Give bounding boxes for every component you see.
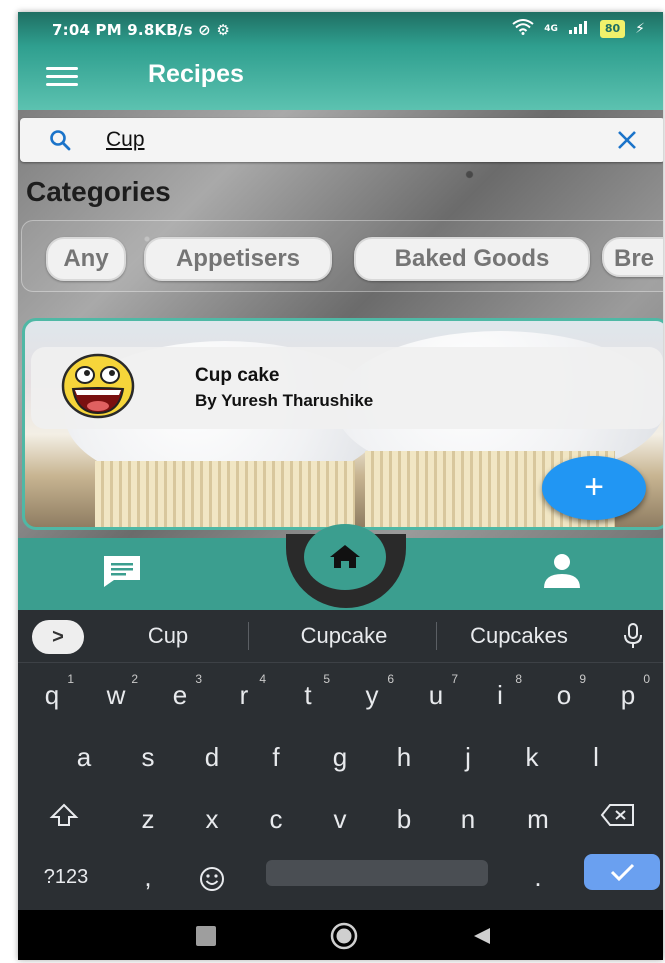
- key[interactable]: z: [118, 794, 178, 844]
- key[interactable]: u7: [406, 670, 466, 720]
- category-chip[interactable]: Baked Goods: [354, 237, 590, 281]
- key[interactable]: v: [310, 794, 370, 844]
- expand-toolbar-button[interactable]: >: [32, 620, 84, 654]
- network-label: 4G: [544, 24, 558, 34]
- menu-button[interactable]: [44, 62, 80, 94]
- profile-icon[interactable]: [540, 552, 584, 590]
- smiley-icon: [200, 867, 224, 892]
- menu-line-icon: [46, 67, 78, 70]
- suggestion-divider: [436, 622, 437, 650]
- search-icon: [50, 130, 71, 151]
- cupcake-liner: [95, 461, 355, 527]
- suggestion-item[interactable]: Cup: [118, 620, 218, 652]
- key-row-3: z x c v b n m: [18, 786, 663, 850]
- add-recipe-button[interactable]: +: [542, 456, 646, 520]
- key[interactable]: w2: [86, 670, 146, 720]
- backspace-icon: [600, 804, 634, 826]
- enter-key[interactable]: [584, 854, 660, 890]
- menu-line-icon: [46, 83, 78, 86]
- recipe-title: Cup cake: [195, 365, 280, 386]
- status-speed: 9.8KB/s: [127, 21, 193, 39]
- key[interactable]: y6: [342, 670, 402, 720]
- search-bar: [20, 118, 663, 162]
- phone-screen: 7:04 PM 9.8KB/s ⊘ ⚙ 4G 80 ⚡ Recipes Cup …: [18, 12, 663, 960]
- recents-button-icon[interactable]: [196, 926, 216, 946]
- microphone-icon[interactable]: [622, 622, 644, 650]
- sync-off-icon: ⊘: [198, 21, 211, 39]
- home-nav-button[interactable]: [304, 524, 386, 590]
- key[interactable]: o9: [534, 670, 594, 720]
- key[interactable]: j: [438, 732, 498, 782]
- status-bar: 7:04 PM 9.8KB/s ⊘ ⚙ 4G 80 ⚡: [18, 12, 663, 46]
- close-icon[interactable]: [614, 127, 640, 153]
- space-key[interactable]: [266, 860, 488, 886]
- suggestion-item[interactable]: Cupcake: [264, 620, 424, 652]
- search-input[interactable]: [106, 126, 566, 154]
- key[interactable]: k: [502, 732, 562, 782]
- recipe-info-panel[interactable]: Cup cake By Yuresh Tharushike: [31, 347, 663, 429]
- suggestion-divider: [248, 622, 249, 650]
- key[interactable]: r4: [214, 670, 274, 720]
- key-row-1: q1 w2 e3 r4 t5 y6 u7 i8 o9 p0: [18, 662, 663, 726]
- categories-heading: Categories: [26, 176, 171, 207]
- suggestion-item[interactable]: Cupcakes: [444, 620, 594, 652]
- key[interactable]: n: [438, 794, 498, 844]
- laughing-emoji-avatar-icon: [61, 353, 135, 419]
- battery-icon: 80: [599, 20, 626, 38]
- key[interactable]: m: [508, 794, 568, 844]
- key[interactable]: c: [246, 794, 306, 844]
- key[interactable]: h: [374, 732, 434, 782]
- page-title: Recipes: [148, 60, 244, 88]
- key-row-2: a s d f g h j k l: [18, 724, 663, 788]
- wifi-icon: [512, 19, 534, 39]
- signal-icon: [568, 20, 590, 38]
- key[interactable]: t5: [278, 670, 338, 720]
- key[interactable]: i8: [470, 670, 530, 720]
- key[interactable]: a: [54, 732, 114, 782]
- settings-gear-icon: ⚙: [216, 21, 231, 39]
- category-chip[interactable]: Any: [46, 237, 126, 281]
- menu-line-icon: [46, 75, 78, 78]
- key-row-4: ?123 , .: [18, 848, 663, 912]
- status-left: 7:04 PM 9.8KB/s ⊘ ⚙: [52, 21, 230, 39]
- period-key[interactable]: .: [508, 852, 568, 902]
- key[interactable]: x: [182, 794, 242, 844]
- backspace-key[interactable]: [588, 794, 648, 844]
- status-time: 7:04 PM: [52, 21, 122, 39]
- key[interactable]: s: [118, 732, 178, 782]
- emoji-key[interactable]: [182, 852, 242, 902]
- key[interactable]: g: [310, 732, 370, 782]
- category-chip[interactable]: Appetisers: [144, 237, 332, 281]
- category-chip-row[interactable]: Any Appetisers Baked Goods Bre: [21, 220, 663, 292]
- chat-icon[interactable]: [100, 554, 144, 588]
- recipe-author: By Yuresh Tharushike: [195, 391, 374, 410]
- bottom-nav: [18, 524, 663, 610]
- home-icon: [330, 545, 360, 568]
- comma-key[interactable]: ,: [118, 852, 178, 902]
- key[interactable]: q1: [22, 670, 82, 720]
- category-chip[interactable]: Bre: [602, 237, 663, 277]
- shift-key[interactable]: [34, 794, 94, 844]
- home-button-icon[interactable]: [330, 922, 358, 950]
- key[interactable]: l: [566, 732, 626, 782]
- key[interactable]: f: [246, 732, 306, 782]
- check-icon: [610, 863, 635, 882]
- back-button-icon[interactable]: [470, 925, 492, 947]
- key[interactable]: e3: [150, 670, 210, 720]
- key[interactable]: d: [182, 732, 242, 782]
- status-right: 4G 80 ⚡: [512, 19, 645, 39]
- system-nav-bar: [18, 910, 663, 960]
- charging-icon: ⚡: [635, 21, 645, 37]
- key[interactable]: p0: [598, 670, 658, 720]
- symbols-key[interactable]: ?123: [26, 852, 106, 902]
- suggestion-strip: > Cup Cupcake Cupcakes: [18, 610, 663, 663]
- app-bar: 7:04 PM 9.8KB/s ⊘ ⚙ 4G 80 ⚡ Recipes: [18, 12, 663, 110]
- key[interactable]: b: [374, 794, 434, 844]
- shift-icon: [49, 803, 79, 826]
- soft-keyboard: > Cup Cupcake Cupcakes q1 w2 e3 r4 t5 y6…: [18, 610, 663, 910]
